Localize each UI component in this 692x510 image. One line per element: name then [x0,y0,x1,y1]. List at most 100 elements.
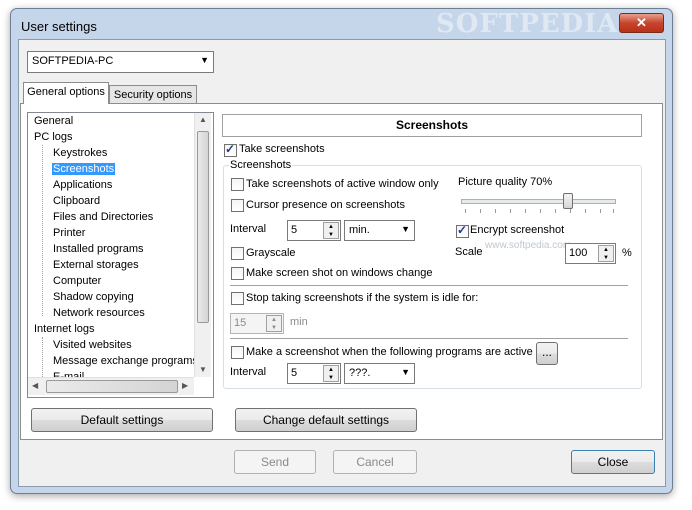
send-button-label: Send [260,455,290,469]
tree-horizontal-scroll-thumb[interactable] [46,380,178,393]
tree-vertical-scroll-thumb[interactable] [197,131,209,323]
interval-unit-select[interactable]: min. ▼ [344,220,415,241]
tree-item-files-and-directories[interactable]: Files and Directories [53,211,153,223]
slider-tick [510,209,511,213]
scroll-down-icon[interactable]: ▼ [199,365,207,374]
softpedia-url-watermark: www.softpedia.com [485,240,572,251]
default-settings-button[interactable]: Default settings [31,408,213,432]
interval-unit-value: min. [349,224,370,236]
idle-minutes-value: 15 [234,317,247,329]
window-title: User settings [21,19,97,34]
picture-quality-label: Picture quality 70% [458,176,553,188]
tree-item-clipboard[interactable]: Clipboard [53,195,100,207]
tree-item-computer[interactable]: Computer [53,275,101,287]
picture-quality-slider-track[interactable] [461,199,616,204]
slider-tick [465,209,466,213]
tree-item-keystrokes[interactable]: Keystrokes [53,147,107,159]
scroll-left-icon[interactable]: ◀ [32,381,38,390]
tree-item-pc-logs[interactable]: PC logs [34,131,73,143]
tab-general-options-label: General options [27,86,105,98]
slider-tick [540,209,541,213]
screenshots-group-label: Screenshots [229,159,293,171]
browse-programs-button[interactable]: ... [536,342,558,365]
scale-label: Scale [455,246,483,258]
tree-connector-line [42,145,43,316]
spinner-arrows-icon[interactable]: ▲ ▼ [598,245,614,262]
picture-quality-slider-thumb[interactable] [563,193,573,209]
programs-active-checkbox[interactable] [231,346,244,359]
tree-item-network-resources[interactable]: Network resources [53,307,145,319]
interval-label: Interval [230,223,267,235]
tree-item-general[interactable]: General [34,115,73,127]
tree-item-printer[interactable]: Printer [53,227,85,239]
spinner-arrows-icon[interactable]: ▲ ▼ [323,222,339,239]
scroll-up-icon[interactable]: ▲ [199,115,207,124]
panel-header: Screenshots [222,114,642,137]
interval2-spinner[interactable]: 5 ▲ ▼ [287,363,341,384]
slider-tick [570,209,571,213]
idle-stop-label: Stop taking screenshots if the system is… [246,292,479,304]
change-default-settings-button[interactable]: Change default settings [235,408,417,432]
separator [230,285,628,286]
grayscale-label: Grayscale [246,247,296,259]
computer-select-value: SOFTPEDIA-PC [32,55,114,67]
programs-active-label: Make a screenshot when the following pro… [246,346,533,358]
slider-tick [480,209,481,213]
tab-security-options[interactable]: Security options [109,85,197,104]
tree-item-visited-websites[interactable]: Visited websites [53,339,132,351]
scroll-right-icon[interactable]: ▶ [182,381,188,390]
encrypt-screenshot-label: Encrypt screenshot [470,224,565,236]
slider-tick [525,209,526,213]
tree-item-installed-programs[interactable]: Installed programs [53,243,144,255]
chevron-down-icon: ▼ [401,224,410,234]
tree-item-external-storages[interactable]: External storages [53,259,139,271]
tree-connector-line [42,337,43,377]
take-screenshots-label: Take screenshots [239,143,325,155]
tab-general-options[interactable]: General options [23,82,109,104]
slider-tick [585,209,586,213]
grayscale-checkbox[interactable] [231,247,244,260]
cancel-button[interactable]: Cancel [333,450,417,474]
active-window-only-checkbox[interactable] [231,178,244,191]
idle-minutes-unit: min [290,316,308,328]
tree-item-shadow-copying[interactable]: Shadow copying [53,291,134,303]
browse-programs-button-label: ... [541,345,552,359]
encrypt-screenshot-checkbox[interactable] [456,223,469,238]
tree-item-internet-logs[interactable]: Internet logs [34,323,95,335]
interval2-unit-select[interactable]: ???. ▼ [344,363,415,384]
idle-minutes-spinner[interactable]: 15 ▲ ▼ [230,313,284,334]
window-close-button[interactable]: ✕ [619,13,664,33]
spinner-arrows-icon[interactable]: ▲ ▼ [323,365,339,382]
tree-vertical-scrollbar[interactable]: ▲ ▼ [194,113,211,377]
chevron-down-icon: ▼ [401,367,410,377]
chevron-down-icon: ▼ [200,55,209,65]
scale-unit: % [622,247,632,259]
tree-item-applications[interactable]: Applications [53,179,112,191]
windows-change-label: Make screen shot on windows change [246,267,433,279]
slider-tick [613,209,614,213]
windows-change-checkbox[interactable] [231,267,244,280]
take-screenshots-checkbox[interactable] [224,142,237,157]
separator [230,338,628,339]
slider-tick [600,209,601,213]
tab-security-options-label: Security options [113,89,193,101]
interval-spinner[interactable]: 5 ▲ ▼ [287,220,341,241]
tree-item-message-exchange-programs[interactable]: Message exchange programs [53,355,198,367]
close-button[interactable]: Close [571,450,655,474]
cancel-button-label: Cancel [356,455,394,469]
spinner-arrows-icon[interactable]: ▲ ▼ [266,315,282,332]
cursor-presence-label: Cursor presence on screenshots [246,199,405,211]
send-button[interactable]: Send [234,450,316,474]
tree-item-screenshots[interactable]: Screenshots [52,163,116,175]
slider-tick [555,209,556,213]
active-window-only-label: Take screenshots of active window only [246,178,439,190]
scale-spinner[interactable]: 100 ▲ ▼ [565,243,616,264]
computer-select[interactable]: SOFTPEDIA-PC ▼ [27,51,214,73]
interval2-value: 5 [291,367,298,379]
slider-tick [495,209,496,213]
cursor-presence-checkbox[interactable] [231,199,244,212]
close-button-label: Close [597,455,629,469]
interval-value: 5 [291,224,298,236]
tree-horizontal-scrollbar[interactable]: ◀ ▶ [28,377,194,395]
idle-stop-checkbox[interactable] [231,292,244,305]
